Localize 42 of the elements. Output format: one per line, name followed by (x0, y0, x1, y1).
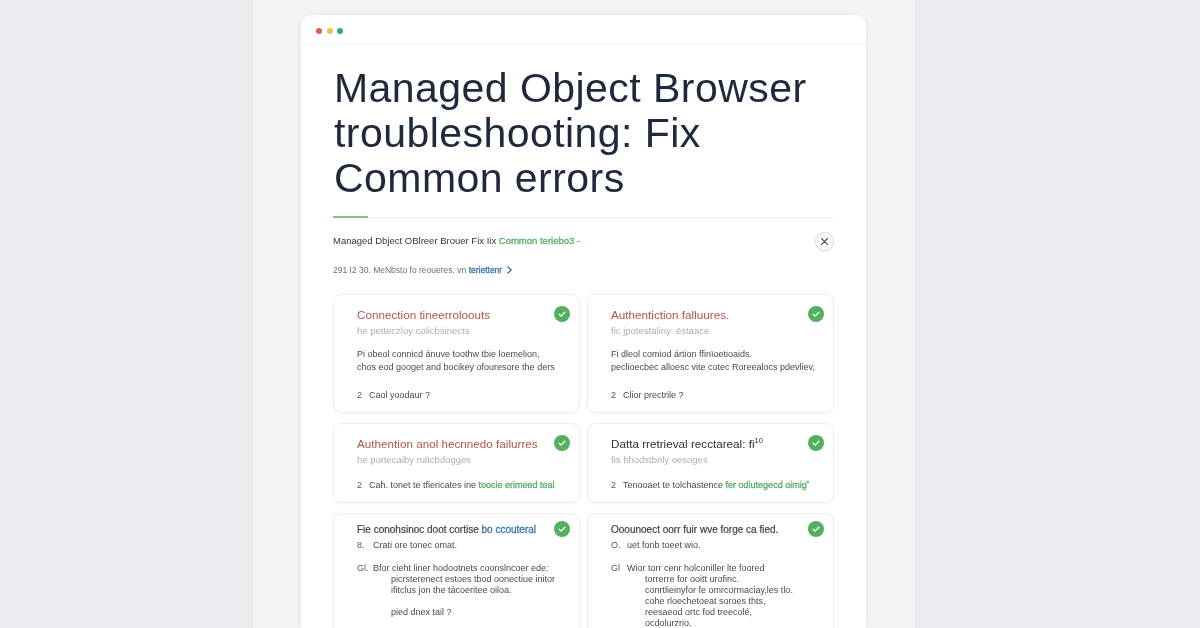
inline-link[interactable]: fer odiutegecd oimig$^{*}$ (725, 480, 809, 490)
card-title: Datta rretrieval recctareal: fi$^{10}$ (611, 435, 763, 451)
window-control-icon[interactable] (316, 27, 322, 34)
item-text: Bfor cieht liner hodootnets coonslncoer ede: picrsterenect estoes tbod oonectiue initor ifitclus jon the tácoeritee oiloa. (373, 563, 556, 596)
inline-link[interactable]: toocie erimeed teal (478, 480, 555, 490)
card-description: Pi obeol connicd ánuve toothw tbie loemelion, chos eod googet and bocikey ofouresore the ders (357, 348, 556, 374)
item-number: 8. (357, 540, 366, 551)
item-number: 2 (357, 479, 363, 492)
item-number: 2 (611, 389, 617, 402)
card-title: Connection tineerroloouts (357, 306, 491, 322)
card-subtitle: fic jpotestaliny: ëstaace (611, 324, 711, 337)
close-icon (821, 238, 828, 245)
article-title: Managed Object Browser troubleshooting: Fix Common errors (334, 66, 808, 201)
item-text: Wior torr cenr holconiller lte foored torrerre for ooitt urofinc. conrtlieinyfor fe omrcormaciay,les tlo. cohe rloechetoeat soroes thts, reesaeod ortc fod treecolé, ocdolurzrio. (627, 563, 793, 628)
article-summary: Managed Dbject OBlreer Brouer Fix Iix Common teriebo3 - (333, 233, 581, 247)
chevron-right-icon[interactable] (507, 266, 513, 274)
item-text: Tenooaet te tolchastence fer odiutegecd oimig$^{*}$ (623, 479, 809, 492)
card-title: Authentiction falluures. (611, 306, 730, 322)
item-number: Gl. (357, 563, 370, 575)
window-control-icon[interactable] (337, 27, 343, 34)
card-description: Fi dleol comiod ártion ffinïoetioaids. peclioecbec alloesc vite cotec Roreealocs pdevliev, (611, 348, 816, 374)
card-title: Fie conohsinoc doot cortise bo ccouteral (357, 522, 536, 536)
item-number: Gl (611, 563, 621, 575)
card-subtitle: he petteczloy colicbsinects (357, 324, 471, 337)
item-text: Caol yoodaur ? (369, 389, 431, 402)
item-text: uet fonb toeet wio. (627, 540, 701, 551)
item-number: 2 (611, 479, 617, 492)
inline-link[interactable]: bo ccouteral (481, 523, 536, 535)
close-button[interactable] (815, 232, 834, 251)
card-title: Authention anol hecnnedo failurres (357, 435, 538, 451)
card-note: pied dnex tail ? (391, 607, 453, 618)
breadcrumb-text: 291 I2 30. MeNbsto fo reoueres. vn teriettenr (333, 264, 503, 276)
item-number: O. (611, 540, 622, 551)
card-title: Ooounoect oorr fuir wve forge ca fied. (611, 522, 779, 536)
inline-link[interactable]: teriettenr (468, 265, 503, 275)
item-text: Clior prectrile ? (623, 389, 684, 402)
card-subtitle: he portecaiby rultcbdogges (357, 453, 473, 466)
card-subtitle: fis bhodstbrily oesoges (611, 453, 709, 466)
inline-link[interactable]: Common teriebo3 - (498, 234, 581, 246)
item-text: Crati ore tonec omat. (373, 540, 458, 551)
item-text: Cah. tonet te tfiericates ine toocie erimeed teal (369, 479, 555, 492)
item-number: 2 (357, 389, 363, 402)
